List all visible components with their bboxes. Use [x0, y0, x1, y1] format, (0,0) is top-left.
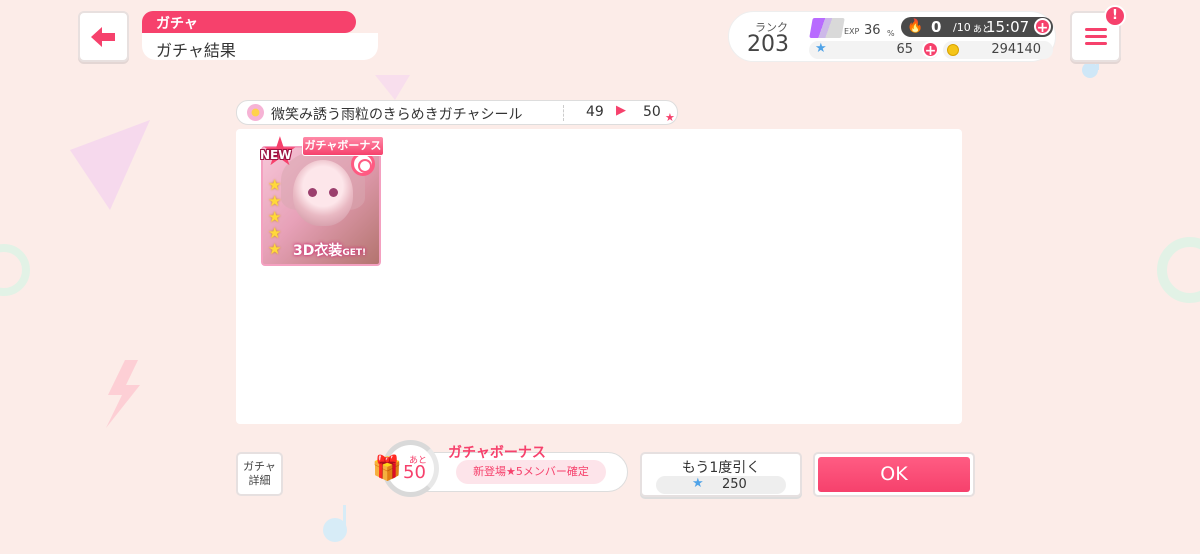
draw-cost: ★ 250 — [656, 476, 786, 494]
flame-icon: 🔥 — [907, 19, 924, 34]
exp-bar — [809, 18, 845, 38]
costume-get-label: 3D衣装GET! — [293, 243, 367, 259]
card-art-eye — [308, 188, 317, 197]
rarity-stars: ★ ★ ★ ★ ★ — [268, 178, 281, 257]
add-stamina-button[interactable]: + — [1034, 18, 1051, 36]
exp-value: 36 — [864, 23, 881, 38]
player-status: ランク 203 EXP 36 % 🔥 0 /10 あと 15:07 + ★ 65… — [728, 11, 1056, 62]
coin-display: 294140 — [943, 41, 1053, 59]
stamina-remaining: 15:07 — [986, 18, 1030, 36]
page-title: ガチャ結果 — [142, 33, 378, 60]
star-icon: ★ — [268, 176, 282, 194]
gacha-bonus-info: あと 50 🎁 ガチャボーナス 新登場★5メンバー確定 — [372, 440, 628, 497]
exp-label: EXP — [844, 27, 860, 36]
hamburger-icon — [1084, 24, 1107, 49]
bonus-remaining-count: 50 — [403, 462, 426, 483]
page-title-box: ガチャ ガチャ結果 — [142, 11, 378, 62]
gacha-detail-button[interactable]: ガチャ 詳細 — [236, 452, 283, 496]
gift-icon: 🎁 — [372, 454, 402, 482]
item-count-before: 49 — [586, 104, 604, 120]
star-gem-icon: ★ — [692, 476, 704, 491]
card-art-eye — [329, 188, 338, 197]
item-name: 微笑み誘う雨粒のきらめきガチャシール — [271, 107, 523, 123]
bonus-title: ガチャボーナス — [448, 445, 546, 461]
gacha-result-panel: ★ ★ ★ ★ ★ 3D衣装GET! — [236, 129, 962, 424]
star-icon: ★ — [268, 192, 282, 210]
divider — [563, 105, 564, 121]
new-badge: ★ NEW — [258, 132, 298, 172]
coin-count: 294140 — [991, 42, 1041, 57]
star-icon: ★ — [268, 240, 282, 258]
arrow-left-icon — [90, 26, 115, 47]
exp-unit: % — [887, 29, 895, 38]
detail-label-line1: ガチャ — [243, 460, 276, 473]
draw-again-label: もう1度引く — [681, 460, 761, 476]
stamina-display: 🔥 0 /10 あと 15:07 + — [901, 17, 1053, 37]
new-label: NEW — [260, 148, 292, 162]
item-count-row: 微笑み誘う雨粒のきらめきガチャシール 49 ▶ 50 ★ — [236, 100, 678, 125]
stamina-max: /10 — [953, 21, 971, 34]
star-gem-count: 65 — [896, 42, 913, 57]
draw-again-button[interactable]: もう1度引く ★ 250 — [640, 452, 802, 497]
ok-button[interactable]: OK — [813, 452, 975, 497]
detail-label-line2: 詳細 — [248, 474, 271, 487]
arrow-right-icon: ▶ — [616, 103, 626, 118]
category-label: ガチャ — [142, 11, 356, 33]
draw-cost-value: 250 — [722, 477, 747, 492]
exclamation-icon: ! — [1104, 5, 1126, 27]
stamina-current: 0 — [931, 18, 942, 36]
item-count-after: 50 — [643, 104, 661, 120]
ok-label: OK — [818, 457, 970, 492]
star-icon: ★ — [268, 224, 282, 242]
back-button[interactable] — [78, 11, 129, 62]
gacha-bonus-tag: ガチャボーナス — [302, 136, 384, 156]
card-art-face — [293, 160, 353, 226]
star-mark-icon: ★ — [665, 111, 675, 124]
bonus-description: 新登場★5メンバー確定 — [456, 460, 606, 484]
coin-icon — [947, 44, 959, 56]
star-icon: ★ — [268, 208, 282, 226]
sticker-icon — [247, 104, 264, 121]
star-gem-display: ★ 65 + — [809, 41, 939, 59]
add-star-gem-button[interactable]: + — [922, 41, 939, 59]
rank-value: 203 — [747, 32, 789, 57]
star-gem-icon: ★ — [815, 41, 827, 56]
